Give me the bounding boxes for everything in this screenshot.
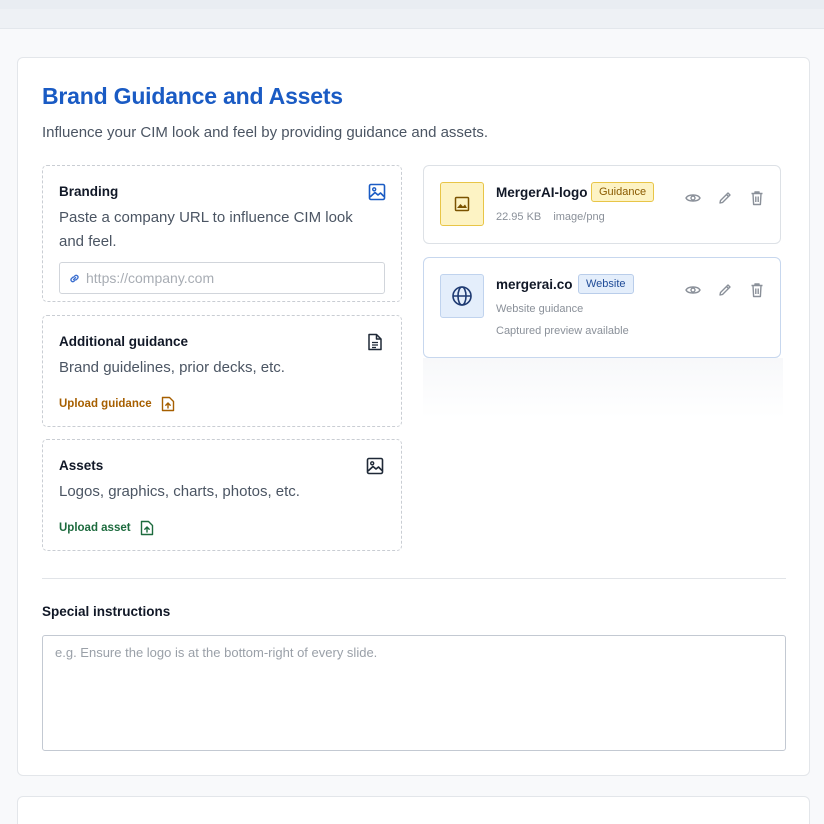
company-url-field[interactable] bbox=[59, 262, 385, 294]
section-title: Brand Guidance and Assets bbox=[42, 83, 343, 109]
link-icon bbox=[70, 274, 79, 283]
asset-size: 22.95 KB bbox=[496, 211, 542, 223]
view-button[interactable] bbox=[677, 280, 709, 300]
brand-guidance-card: Brand Guidance and Assets Influence your… bbox=[17, 57, 810, 776]
pencil-icon bbox=[719, 284, 731, 296]
top-bar bbox=[0, 0, 824, 29]
upload-icon bbox=[161, 396, 174, 412]
additional-guidance-box: Additional guidance Brand guidelines, pr… bbox=[42, 315, 402, 427]
guidance-title: Additional guidance bbox=[59, 334, 189, 349]
edit-button[interactable] bbox=[709, 280, 741, 300]
branding-title: Branding bbox=[59, 184, 119, 199]
scroll-fade bbox=[423, 358, 783, 418]
asset-item-logo: MergerAI-logo Guidance 22.95 KB image/pn… bbox=[423, 165, 781, 244]
asset-type: image/png bbox=[553, 211, 605, 223]
branding-box: Branding Paste a company URL to influenc… bbox=[42, 165, 402, 302]
document-icon bbox=[368, 333, 382, 351]
company-url-input[interactable] bbox=[86, 267, 376, 289]
branding-description-line: and feel. bbox=[59, 233, 117, 250]
branding-description: Paste a company URL to influence CIM loo… bbox=[59, 206, 353, 254]
eye-icon bbox=[685, 194, 701, 202]
image-icon bbox=[366, 457, 384, 475]
next-section-card bbox=[17, 796, 810, 824]
branding-description-line: Paste a company URL to influence CIM loo… bbox=[59, 209, 353, 226]
image-icon bbox=[454, 196, 470, 212]
upload-guidance-button[interactable]: Upload guidance bbox=[59, 396, 175, 412]
upload-icon bbox=[140, 520, 153, 536]
guidance-description: Brand guidelines, prior decks, etc. bbox=[59, 359, 285, 376]
asset-actions bbox=[677, 280, 773, 300]
special-instructions-textarea[interactable] bbox=[42, 635, 786, 751]
asset-meta: 22.95 KB image/png bbox=[496, 211, 605, 223]
asset-item-website: mergerai.co Website Website guidance Cap… bbox=[423, 257, 781, 358]
globe-icon bbox=[452, 286, 472, 306]
asset-meta-guidance: Website guidance bbox=[496, 303, 584, 315]
eye-icon bbox=[685, 286, 701, 294]
trash-icon bbox=[751, 191, 763, 206]
special-instructions-label: Special instructions bbox=[42, 604, 171, 619]
section-subtitle: Influence your CIM look and feel by prov… bbox=[42, 124, 489, 141]
delete-button[interactable] bbox=[741, 280, 773, 300]
asset-actions bbox=[677, 188, 773, 208]
asset-name: mergerai.co bbox=[496, 277, 573, 292]
website-badge: Website bbox=[578, 274, 634, 294]
pencil-icon bbox=[719, 192, 731, 204]
divider bbox=[42, 578, 786, 579]
upload-guidance-label: Upload guidance bbox=[59, 398, 152, 410]
edit-button[interactable] bbox=[709, 188, 741, 208]
assets-title: Assets bbox=[59, 458, 104, 473]
upload-asset-button[interactable]: Upload asset bbox=[59, 520, 154, 536]
view-button[interactable] bbox=[677, 188, 709, 208]
assets-description: Logos, graphics, charts, photos, etc. bbox=[59, 483, 300, 500]
asset-thumbnail bbox=[440, 274, 484, 318]
guidance-badge: Guidance bbox=[591, 182, 655, 202]
asset-meta-preview: Captured preview available bbox=[496, 325, 629, 337]
upload-asset-label: Upload asset bbox=[59, 522, 131, 534]
image-icon bbox=[368, 183, 386, 201]
trash-icon bbox=[751, 283, 763, 298]
asset-thumbnail bbox=[440, 182, 484, 226]
asset-name: MergerAI-logo bbox=[496, 185, 588, 200]
delete-button[interactable] bbox=[741, 188, 773, 208]
assets-box: Assets Logos, graphics, charts, photos, … bbox=[42, 439, 402, 551]
